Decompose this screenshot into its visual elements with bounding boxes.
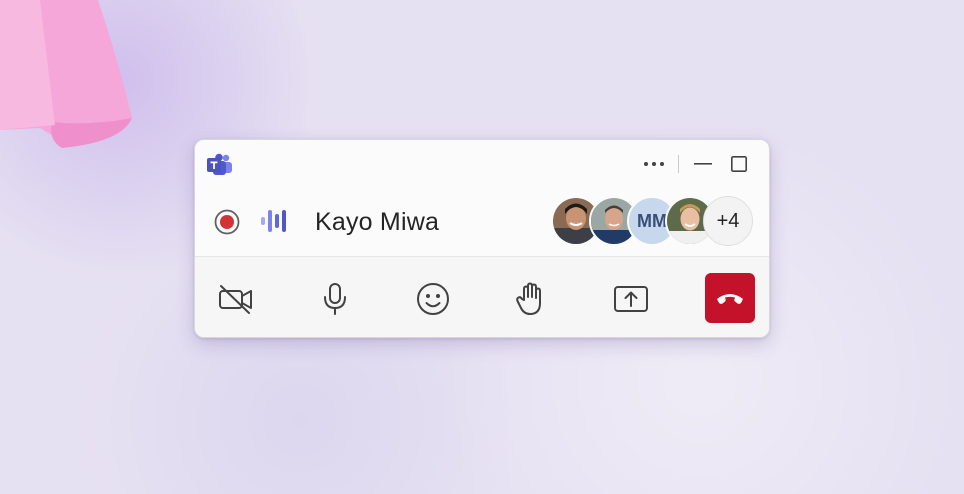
hang-up-icon [717, 294, 743, 304]
more-options-icon [644, 162, 664, 166]
microphone-button[interactable] [313, 277, 357, 321]
more-participants-badge[interactable]: +4 [703, 196, 753, 246]
teams-logo-icon [207, 153, 232, 175]
caller-name: Kayo Miwa [315, 208, 440, 236]
participant-avatars[interactable]: MM +4 [551, 196, 753, 246]
microphone-icon [324, 283, 346, 315]
hang-up-button[interactable] [705, 273, 755, 323]
camera-off-icon [219, 285, 252, 314]
call-controls-toolbar [195, 257, 769, 337]
controls-separator [678, 155, 679, 173]
minimize-icon [694, 163, 712, 165]
raise-hand-button[interactable] [509, 277, 553, 321]
record-icon[interactable] [213, 208, 241, 236]
camera-toggle-button[interactable] [214, 277, 258, 321]
call-window: Kayo Miwa MM +4 [194, 139, 770, 338]
raise-hand-icon [516, 282, 541, 315]
speaking-indicator-icon [261, 210, 286, 232]
more-options-button[interactable] [636, 152, 672, 176]
window-controls [636, 152, 757, 176]
call-info-bar: Kayo Miwa MM +4 [195, 190, 769, 256]
title-bar [195, 140, 769, 190]
sticky-note-decoration [0, 0, 132, 148]
maximize-icon [731, 156, 747, 172]
share-screen-icon [614, 286, 648, 312]
reactions-icon [417, 283, 449, 315]
reactions-button[interactable] [411, 277, 455, 321]
maximize-button[interactable] [721, 152, 757, 176]
share-screen-button[interactable] [609, 277, 653, 321]
minimize-button[interactable] [685, 152, 721, 176]
